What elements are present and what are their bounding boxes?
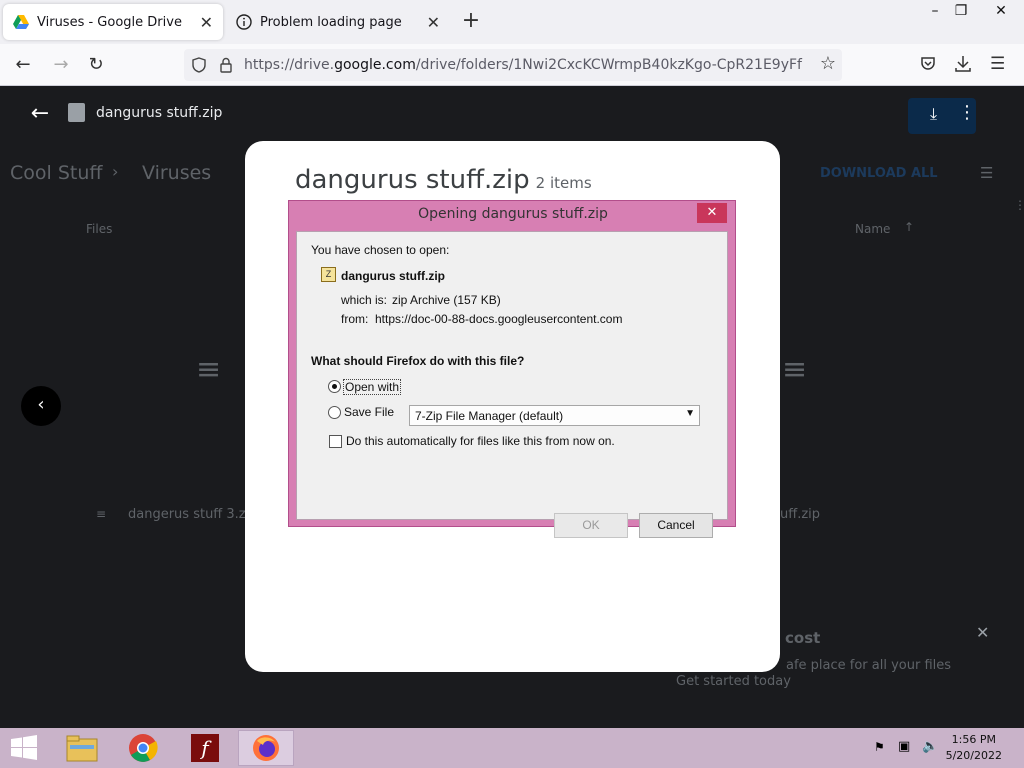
system-clock[interactable]: 1:56 PM 5/20/2022	[946, 732, 1002, 764]
files-header: Files	[86, 222, 113, 236]
name-sort-header[interactable]: Name	[855, 222, 890, 236]
promo-title: cost	[785, 629, 821, 647]
back-icon[interactable]: ←	[10, 52, 36, 78]
breadcrumb-separator-icon: ›	[112, 162, 119, 181]
open-with-app-select[interactable]: 7-Zip File Manager (default) ▼	[409, 405, 700, 426]
ok-button[interactable]: OK	[554, 513, 628, 538]
new-tab-icon[interactable]: +	[458, 8, 484, 33]
chrome-icon	[129, 734, 158, 762]
more-options-icon[interactable]: ⋮	[958, 102, 976, 123]
sort-arrow-icon[interactable]: ↑	[904, 220, 914, 234]
window-close-icon[interactable]: ✕	[984, 0, 1018, 22]
selected-app: 7-Zip File Manager (default)	[415, 409, 564, 423]
file-icon: ≡	[96, 507, 107, 521]
forward-icon[interactable]: →	[48, 52, 74, 78]
chrome-button[interactable]	[115, 730, 171, 766]
volume-muted-icon[interactable]: 🔈	[922, 739, 938, 754]
windows-logo-icon	[11, 735, 37, 760]
taskbar: f ⚑ ▣ 🔈 1:56 PM 5/20/2022	[0, 728, 1024, 768]
chevron-down-icon: ▼	[685, 408, 695, 419]
breadcrumb-cool-stuff[interactable]: Cool Stuff	[10, 162, 102, 184]
chosen-label: You have chosen to open:	[311, 243, 450, 257]
dialog-filename: dangurus stuff.zip	[341, 269, 445, 283]
dialog-question: What should Firefox do with this file?	[311, 354, 525, 368]
shield-icon[interactable]	[192, 57, 206, 73]
auto-checkbox[interactable]	[329, 435, 342, 448]
download-icon: ⤓	[930, 104, 938, 123]
zip-thumbnail-icon: ≡	[196, 352, 222, 387]
lock-icon[interactable]	[220, 57, 232, 73]
download-all-link[interactable]: DOWNLOAD ALL	[820, 166, 938, 181]
download-button[interactable]: ⤓ ⋮	[908, 98, 976, 134]
dialog-close-button[interactable]: ✕	[697, 203, 727, 223]
list-view-icon[interactable]: ☰	[980, 164, 993, 182]
close-tab-icon[interactable]: ✕	[427, 13, 440, 32]
navigation-bar: ← → ↻ https://drive.google.com/drive/fol…	[0, 44, 1024, 86]
dialog-title: Opening dangurus stuff.zip	[418, 206, 608, 222]
open-file-dialog: Opening dangurus stuff.zip ✕ You have ch…	[288, 200, 736, 538]
zip-item-count: 2 items	[535, 174, 592, 192]
previous-file-button[interactable]: ‹	[21, 386, 61, 426]
tab-bar: Viruses - Google Drive ✕ Problem loading…	[0, 0, 1024, 44]
file-name-right[interactable]: uff.zip	[780, 507, 820, 522]
zip-archive-icon: Z	[321, 267, 336, 282]
flash-icon: f	[191, 734, 219, 762]
save-file-radio[interactable]	[328, 406, 341, 419]
clock-time: 1:56 PM	[951, 733, 996, 746]
side-menu-icon[interactable]: ⋮	[1014, 198, 1024, 212]
back-arrow-icon[interactable]: ←	[24, 99, 56, 131]
from-value: https://doc-00-88-docs.googleusercontent…	[375, 312, 623, 326]
bookmark-star-icon[interactable]: ☆	[820, 53, 836, 74]
flash-button[interactable]: f	[177, 730, 233, 766]
url-text[interactable]: https://drive.google.com/drive/folders/1…	[244, 57, 802, 73]
auto-label[interactable]: Do this automatically for files like thi…	[346, 434, 615, 448]
promo-close-icon[interactable]: ✕	[976, 623, 989, 642]
open-with-radio[interactable]	[328, 380, 341, 393]
address-bar[interactable]: https://drive.google.com/drive/folders/1…	[184, 49, 842, 81]
restore-icon[interactable]: ❐	[944, 0, 978, 22]
tab-problem-loading[interactable]: Problem loading page ✕	[226, 4, 450, 40]
which-is-value: zip Archive (157 KB)	[392, 293, 501, 307]
save-file-label[interactable]: Save File	[344, 405, 394, 419]
promo-link[interactable]: Get started today	[676, 674, 791, 689]
breadcrumb-viruses[interactable]: Viruses	[142, 162, 211, 184]
firefox-button[interactable]	[238, 730, 294, 766]
pocket-icon[interactable]	[920, 56, 936, 72]
zip-file-icon	[68, 103, 85, 122]
cancel-button[interactable]: Cancel	[639, 513, 713, 538]
open-with-label[interactable]: Open with	[343, 379, 402, 395]
close-tab-icon[interactable]: ✕	[200, 13, 213, 32]
tab-title: Viruses - Google Drive	[37, 14, 182, 30]
start-button[interactable]	[0, 730, 48, 766]
clock-date: 5/20/2022	[945, 749, 1002, 762]
tab-title: Problem loading page	[260, 14, 402, 30]
which-is-label: which is:	[341, 293, 388, 307]
reload-icon[interactable]: ↻	[83, 52, 109, 78]
google-drive-icon	[13, 15, 29, 29]
tab-google-drive[interactable]: Viruses - Google Drive ✕	[3, 4, 223, 40]
dialog-body: You have chosen to open: Z dangurus stuf…	[296, 231, 728, 538]
menu-icon[interactable]: ☰	[990, 54, 1005, 74]
info-icon	[236, 14, 252, 30]
zip-title: dangurus stuff.zip 2 items	[295, 165, 592, 195]
file-explorer-button[interactable]	[54, 730, 110, 766]
promo-line: afe place for all your files	[786, 658, 952, 673]
from-label: from:	[341, 312, 369, 326]
file-name-left[interactable]: dangerus stuff 3.zip	[128, 507, 258, 522]
folder-icon	[66, 735, 98, 762]
firefox-icon	[253, 735, 279, 761]
zip-thumbnail-icon: ≡	[782, 352, 808, 387]
action-center-flag-icon[interactable]: ⚑	[874, 740, 885, 754]
network-icon[interactable]: ▣	[898, 739, 910, 754]
downloads-icon[interactable]	[955, 55, 971, 73]
preview-file-name: dangurus stuff.zip	[96, 105, 223, 121]
